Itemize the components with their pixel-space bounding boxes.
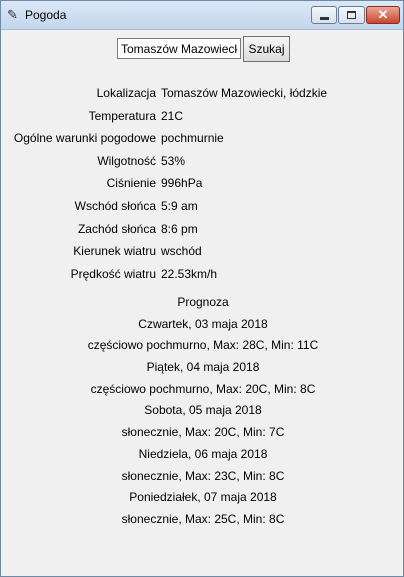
info-value: Tomaszów Mazowiecki, łódzkie (161, 86, 328, 100)
info-value: 5:9 am (161, 198, 198, 213)
info-label: Temperatura (88, 108, 156, 123)
maximize-button[interactable] (338, 6, 365, 24)
maximize-icon (347, 11, 356, 19)
close-button[interactable]: ✕ (366, 6, 400, 24)
search-button[interactable]: Szukaj (243, 36, 290, 62)
info-label: Kierunek wiatru (73, 244, 156, 259)
info-row: Kierunek wiatru wschód (1, 241, 404, 264)
forecast-summary: słonecznie, Max: 25C, Min: 8C (121, 511, 285, 526)
forecast-title: Prognoza (177, 295, 229, 309)
forecast-date: Poniedziałek, 07 maja 2018 (129, 490, 277, 505)
info-label: Prędkość wiatru (70, 266, 156, 281)
info-row: Wschód słońca 5:9 am (1, 196, 404, 219)
info-row: Wilgotność 53% (1, 151, 404, 174)
info-row: Ogólne warunki pogodowe pochmurnie (1, 128, 404, 151)
info-row: Lokalizacja Tomaszów Mazowiecki, łódzkie (1, 83, 404, 106)
info-value: 8:6 pm (161, 221, 198, 236)
info-row: Prędkość wiatru 22.53km/h (1, 264, 404, 287)
forecast-section: Prognoza Czwartek, 03 maja 2018 częściowo… (1, 292, 404, 531)
info-label: Ogólne warunki pogodowe (13, 131, 156, 146)
forecast-summary: częściowo pochmurno, Max: 20C, Min: 8C (90, 381, 316, 396)
weather-details: Lokalizacja Tomaszów Mazowiecki, łódzkie T… (1, 83, 404, 286)
forecast-date: Piątek, 04 maja 2018 (146, 360, 260, 375)
forecast-summary: słonecznie, Max: 23C, Min: 8C (121, 468, 285, 483)
info-value: wschód (161, 244, 202, 259)
info-value: 996hPa (161, 176, 203, 191)
forecast-date: Niedziela, 06 maja 2018 (138, 446, 268, 461)
title-bar[interactable]: ✎ Pogoda ✕ (1, 1, 403, 30)
forecast-list: Czwartek, 03 maja 2018 częściowo pochmurn… (1, 314, 404, 531)
feather-icon: ✎ (7, 7, 18, 22)
info-row: Temperatura 21C (1, 106, 404, 129)
info-value: 21C (161, 108, 184, 123)
info-label: Wschód słońca (74, 198, 156, 213)
close-icon: ✕ (377, 7, 389, 22)
minimize-button[interactable] (311, 6, 337, 24)
info-label: Ciśnienie (106, 176, 156, 191)
forecast-summary: częściowo pochmurno, Max: 28C, Min: 11C (87, 338, 319, 353)
forecast-summary: słonecznie, Max: 20C, Min: 7C (121, 425, 285, 440)
forecast-date: Sobota, 05 maja 2018 (144, 403, 262, 418)
info-value: pochmurnie (161, 131, 224, 146)
info-value: 22.53km/h (161, 266, 218, 281)
app-window: ✎ Pogoda ✕ Szukaj Lokalizacja Tomaszów Ma… (0, 0, 404, 577)
info-label: Wilgotność (97, 153, 156, 168)
info-value: 53% (161, 153, 186, 168)
info-row: Zachód słońca 8:6 pm (1, 219, 404, 242)
info-label: Zachód słońca (77, 221, 156, 236)
window-title: Pogoda (25, 8, 67, 22)
search-input[interactable] (117, 38, 241, 59)
forecast-date: Czwartek, 03 maja 2018 (138, 316, 268, 331)
info-label: Lokalizacja (96, 86, 156, 100)
minimize-icon (320, 17, 329, 20)
info-row: Ciśnienie 996hPa (1, 173, 404, 196)
